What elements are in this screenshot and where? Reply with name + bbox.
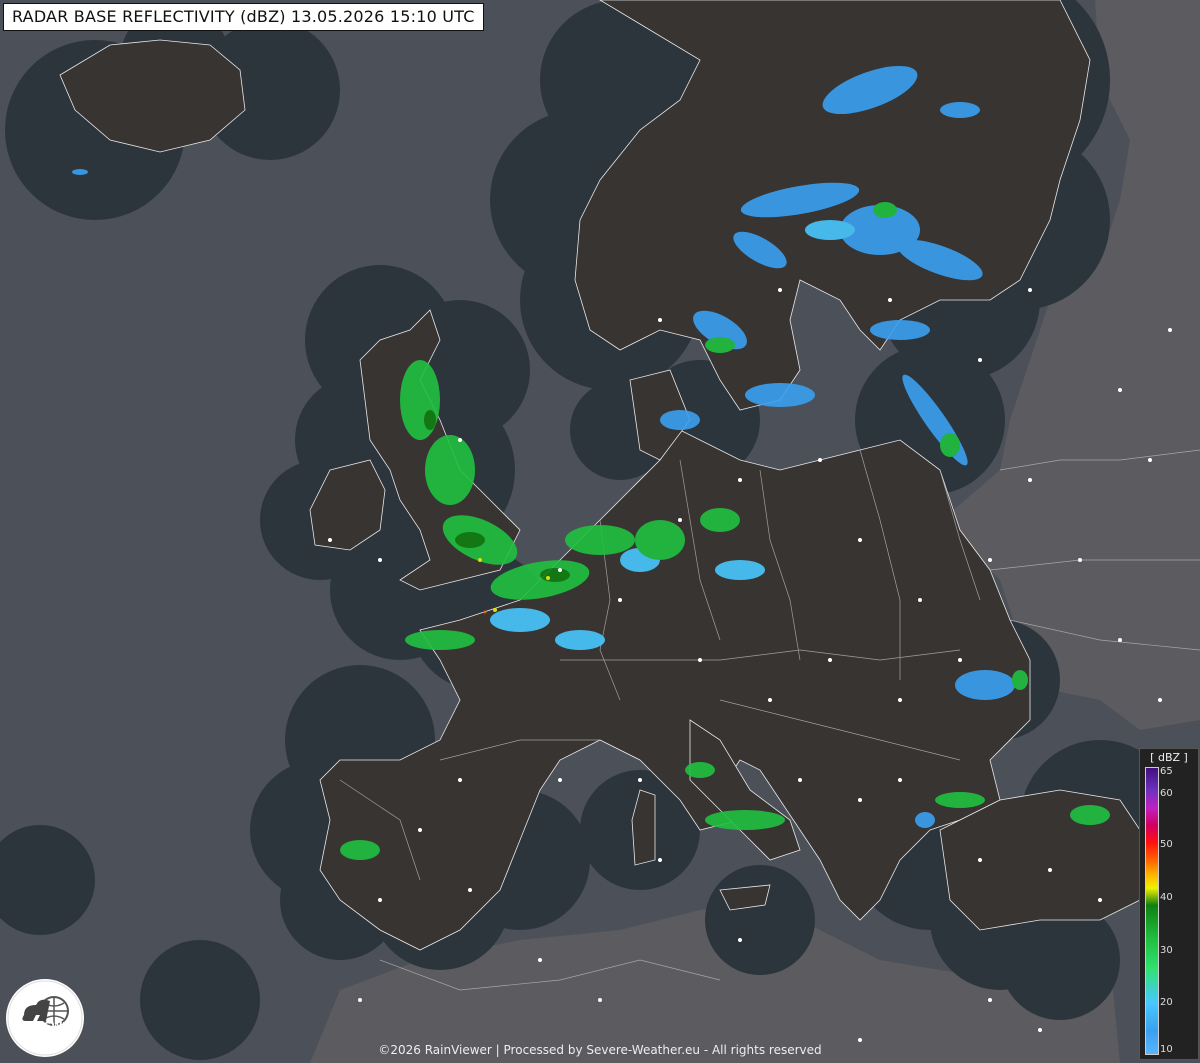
legend-tick-65: 65: [1160, 766, 1173, 777]
legend-color-bar: [1145, 767, 1159, 1055]
legend-title: [ dBZ ]: [1150, 751, 1188, 764]
dbz-legend: [ dBZ ] 65 60 50 40 30 20 10: [1139, 748, 1199, 1060]
logo-text: SWE: [44, 1021, 69, 1032]
legend-tick-20: 20: [1160, 997, 1173, 1008]
copyright-footer: ©2026 RainViewer | Processed by Severe-W…: [378, 1043, 822, 1057]
radar-map-view: RADAR BASE REFLECTIVITY (dBZ) 13.05.2026…: [0, 0, 1200, 1063]
radar-map: [0, 0, 1200, 1063]
map-title: RADAR BASE REFLECTIVITY (dBZ) 13.05.2026…: [3, 3, 484, 31]
legend-tick-60: 60: [1160, 788, 1173, 799]
legend-tick-30: 30: [1160, 945, 1173, 956]
legend-tick-40: 40: [1160, 892, 1173, 903]
legend-tick-50: 50: [1160, 839, 1173, 850]
